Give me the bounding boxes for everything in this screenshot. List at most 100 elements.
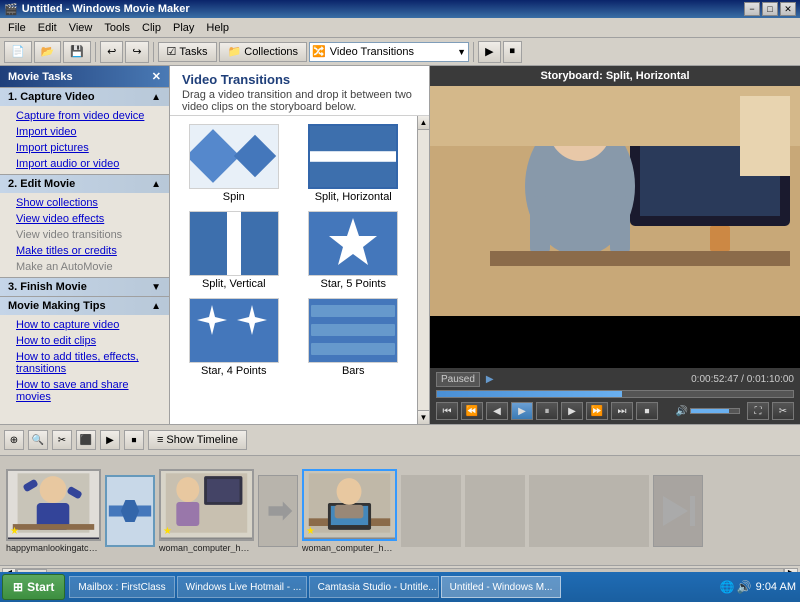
- section-finish-header[interactable]: 3. Finish Movie ▼: [0, 277, 169, 296]
- rewind-button[interactable]: ⏪: [461, 402, 483, 420]
- link-how-capture[interactable]: How to capture video: [0, 317, 169, 333]
- storyboard-clip-2[interactable]: ★ woman_computer_happy(2): [159, 469, 254, 553]
- tb-open[interactable]: 📂: [34, 41, 62, 63]
- storyboard-clip-3[interactable]: ★ woman_computer_happy_734...: [302, 469, 397, 553]
- app-icon: 🎬: [4, 3, 18, 16]
- transition-bars-label: Bars: [342, 365, 365, 377]
- section-tips-links: How to capture video How to edit clips H…: [0, 315, 169, 407]
- transition-bars[interactable]: Bars: [298, 298, 410, 377]
- tb-undo[interactable]: ↩: [100, 41, 123, 63]
- tb-redo[interactable]: ↪: [125, 41, 148, 63]
- section-tips-header[interactable]: Movie Making Tips ▲: [0, 296, 169, 315]
- section-finish-title: 3. Finish Movie: [8, 281, 87, 293]
- preview-icon: ▶: [486, 374, 494, 385]
- tb-new[interactable]: 📄: [4, 41, 32, 63]
- play-button[interactable]: ▶: [511, 402, 533, 420]
- back-button[interactable]: ◀: [486, 402, 508, 420]
- transition-clip-1[interactable]: [105, 475, 155, 547]
- volume-bar[interactable]: [690, 408, 740, 414]
- show-timeline-label: Show Timeline: [166, 434, 238, 446]
- transition-clip-2[interactable]: [258, 475, 298, 547]
- taskbar-item-0[interactable]: Mailbox : FirstClass: [69, 576, 174, 598]
- link-how-edit[interactable]: How to edit clips: [0, 333, 169, 349]
- link-view-effects[interactable]: View video effects: [0, 211, 169, 227]
- menu-view[interactable]: View: [63, 20, 99, 36]
- tb-extra2[interactable]: ⏹: [503, 41, 523, 63]
- collections-button[interactable]: 📁 Collections: [219, 42, 308, 62]
- tl-btn-4[interactable]: ⬛: [76, 430, 96, 450]
- link-view-transitions: View video transitions: [0, 227, 169, 243]
- link-import-audio[interactable]: Import audio or video: [0, 156, 169, 172]
- storyboard-clip-1[interactable]: ★ happymanlookingatcomputer: [6, 469, 101, 553]
- tl-btn-2[interactable]: 🔍: [28, 430, 48, 450]
- start-button[interactable]: ⊞ Start: [2, 574, 65, 600]
- section-capture-header[interactable]: 1. Capture Video ▲: [0, 87, 169, 106]
- menu-tools[interactable]: Tools: [98, 20, 136, 36]
- scroll-up-button[interactable]: ▲: [418, 116, 429, 130]
- title-bar-text: Untitled - Windows Movie Maker: [22, 3, 190, 15]
- tasks-button[interactable]: ☑ Tasks: [158, 42, 217, 62]
- transitions-scrollbar[interactable]: ▲ ▼: [417, 116, 429, 424]
- title-bar-left: 🎬 Untitled - Windows Movie Maker: [4, 3, 190, 16]
- link-import-video[interactable]: Import video: [0, 124, 169, 140]
- taskbar-item-3[interactable]: Untitled - Windows M...: [441, 576, 562, 598]
- transition-star4[interactable]: Star, 4 Points: [178, 298, 290, 377]
- menu-clip[interactable]: Clip: [136, 20, 167, 36]
- link-import-pictures[interactable]: Import pictures: [0, 140, 169, 156]
- close-button[interactable]: ✕: [780, 2, 796, 16]
- pause-button[interactable]: ⏸: [536, 402, 558, 420]
- extra1-icon: ▶: [485, 45, 493, 58]
- prev-frame-button[interactable]: ⏮: [436, 402, 458, 420]
- section-tips-arrow-icon: ▲: [151, 301, 161, 312]
- forward-button[interactable]: ▶: [561, 402, 583, 420]
- panel-header: Movie Tasks ✕: [0, 66, 169, 87]
- show-timeline-button[interactable]: ≡ Show Timeline: [148, 430, 247, 450]
- link-how-save[interactable]: How to save and share movies: [0, 377, 169, 405]
- menu-help[interactable]: Help: [200, 20, 235, 36]
- menu-edit[interactable]: Edit: [32, 20, 63, 36]
- transition-split-h[interactable]: Split, Horizontal: [298, 124, 410, 203]
- taskbar-item-1[interactable]: Windows Live Hotmail - ...: [177, 576, 307, 598]
- transition-star5-thumb: [308, 211, 398, 276]
- clip-star-3: ★: [306, 526, 315, 537]
- transitions-grid: Spin: [170, 116, 417, 424]
- transitions-dropdown[interactable]: 🔀 Video Transitions ▼: [309, 42, 469, 62]
- tl-stop-button[interactable]: ⏹: [124, 430, 144, 450]
- transition-split-v[interactable]: Split, Vertical: [178, 211, 290, 290]
- fullscreen-button[interactable]: ⛶: [747, 402, 769, 420]
- link-show-collections[interactable]: Show collections: [0, 195, 169, 211]
- menu-play[interactable]: Play: [167, 20, 200, 36]
- title-bar: 🎬 Untitled - Windows Movie Maker − □ ✕: [0, 0, 800, 18]
- maximize-button[interactable]: □: [762, 2, 778, 16]
- storyboard: ★ happymanlookingatcomputer: [0, 456, 800, 566]
- taskbar-item-0-label: Mailbox : FirstClass: [78, 582, 165, 593]
- transition-spin-label: Spin: [223, 191, 245, 203]
- minimize-button[interactable]: −: [744, 2, 760, 16]
- redo-icon: ↪: [132, 45, 141, 58]
- transition-star4-thumb: [189, 298, 279, 363]
- tb-extra1[interactable]: ▶: [478, 41, 500, 63]
- preview-status: Paused ▶ 0:00:52:47 / 0:01:10:00: [436, 372, 794, 387]
- seek-bar[interactable]: [436, 390, 794, 398]
- transition-star5[interactable]: Star, 5 Points: [298, 211, 410, 290]
- fast-forward-button[interactable]: ⏩: [586, 402, 608, 420]
- link-how-titles[interactable]: How to add titles, effects, transitions: [0, 349, 169, 377]
- transition-spin[interactable]: Spin: [178, 124, 290, 203]
- section-edit-header[interactable]: 2. Edit Movie ▲: [0, 174, 169, 193]
- transitions-body: Spin: [170, 116, 429, 424]
- scroll-down-button[interactable]: ▼: [418, 410, 429, 424]
- split-button[interactable]: ✂: [772, 402, 794, 420]
- clock: 9:04 AM: [756, 581, 796, 593]
- stop-button[interactable]: ⏹: [636, 402, 658, 420]
- tl-play-button[interactable]: ▶: [100, 430, 120, 450]
- menu-file[interactable]: File: [2, 20, 32, 36]
- link-make-titles[interactable]: Make titles or credits: [0, 243, 169, 259]
- link-capture-device[interactable]: Capture from video device: [0, 108, 169, 124]
- next-frame-button[interactable]: ⏭: [611, 402, 633, 420]
- tl-btn-1[interactable]: ⊕: [4, 430, 24, 450]
- time-display: 0:00:52:47 / 0:01:10:00: [691, 374, 794, 385]
- panel-close-button[interactable]: ✕: [152, 70, 161, 83]
- tl-btn-3[interactable]: ✂: [52, 430, 72, 450]
- tb-save[interactable]: 💾: [63, 41, 91, 63]
- taskbar-item-2[interactable]: Camtasia Studio - Untitle...: [309, 576, 439, 598]
